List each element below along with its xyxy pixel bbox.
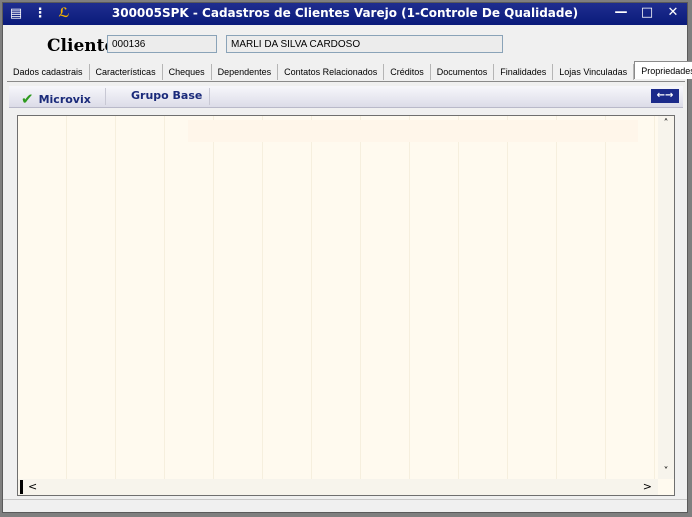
client-name-field[interactable]: MARLI DA SILVA CARDOSO [226,35,503,53]
tab-lojas-vinculadas[interactable]: Lojas Vinculadas [553,64,635,80]
tab-label: Características [95,67,156,77]
grid-header-area [188,120,638,142]
tab-label: Contatos Relacionados [284,67,378,77]
grupo-base-button[interactable]: Grupo Base [131,89,202,102]
main-window: ▤ ⋮ ℒ 300005SPK - Cadastros de Clientes … [2,2,692,513]
close-button[interactable]: ✕ [665,5,681,21]
tab-dependentes[interactable]: Dependentes [212,64,279,80]
tab-bar: Dados cadastrais Características Cheques… [7,61,692,82]
tab-contatos-relacionados[interactable]: Contatos Relacionados [278,64,385,80]
tab-finalidades[interactable]: Finalidades [494,64,554,80]
tab-caracteristicas[interactable]: Características [90,64,163,80]
title-bar: ▤ ⋮ ℒ 300005SPK - Cadastros de Clientes … [3,3,687,25]
maximize-button[interactable]: □ [639,5,655,21]
horizontal-scrollbar[interactable]: < > [18,479,658,495]
tab-dados-cadastrais[interactable]: Dados cadastrais [7,64,90,80]
tab-documentos[interactable]: Documentos [431,64,495,80]
tab-label: Dados cadastrais [13,67,83,77]
checkmark-icon: ✔ [21,90,34,108]
scroll-right-icon[interactable]: > [643,480,652,493]
tab-label: Cheques [168,67,205,77]
scroll-left-icon[interactable]: < [28,480,37,493]
tab-label: Propriedades [641,66,692,76]
tab-creditos[interactable]: Créditos [384,64,431,80]
tab-label: Dependentes [217,67,272,77]
microvix-label: Microvix [38,93,91,106]
window-controls: — □ ✕ [613,5,681,21]
scroll-up-icon[interactable]: ˄ [658,118,674,129]
toolbar-divider [209,88,210,105]
status-bar [3,499,687,512]
microvix-button[interactable]: ✔ Microvix [21,89,91,108]
nav-arrows-button[interactable]: ←→ [651,89,679,103]
tab-propriedades[interactable]: Propriedades [634,61,692,79]
properties-grid[interactable]: ˄ ˅ < > [17,115,675,496]
grupo-base-label: Grupo Base [131,89,203,102]
tab-label: Lojas Vinculadas [559,67,628,77]
toolbar: ✔ Microvix Grupo Base ←→ [9,86,683,108]
tab-cheques[interactable]: Cheques [163,64,212,80]
tab-label: Créditos [390,67,424,77]
scroll-down-icon[interactable]: ˅ [658,466,674,477]
toolbar-divider [105,88,106,105]
tab-label: Finalidades [500,67,547,77]
tab-label: Documentos [436,67,488,77]
minimize-button[interactable]: — [613,5,629,21]
scroll-thumb[interactable] [20,480,23,494]
client-label: Cliente [47,36,116,56]
client-code-field[interactable]: 000136 [107,35,217,53]
window-title: 300005SPK - Cadastros de Clientes Varejo… [111,6,579,20]
vertical-scrollbar[interactable]: ˄ ˅ [658,116,674,479]
